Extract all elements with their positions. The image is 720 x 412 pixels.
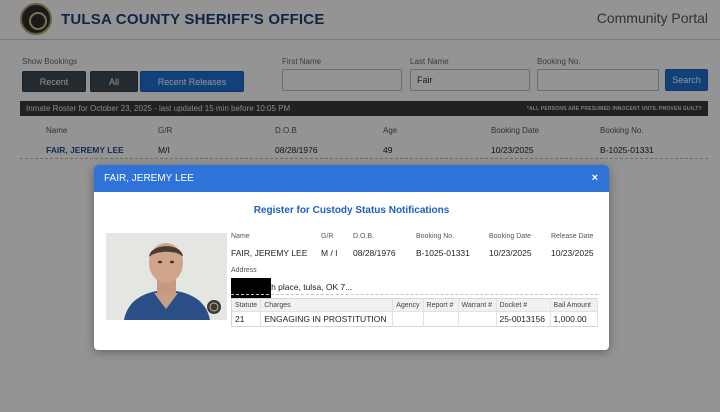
detail-dob: 08/28/1976 (353, 248, 396, 258)
inmate-mugshot-photo (106, 233, 227, 320)
charges-header-statute: Statute (231, 298, 262, 312)
address-redaction-block (231, 278, 271, 299)
inmate-detail-modal: FAIR, JEREMY LEE × Register for Custody … (94, 165, 609, 350)
detail-header-booking-date: Booking Date (489, 233, 532, 240)
detail-release-date: 10/23/2025 (551, 248, 594, 258)
charge-description: ENGAGING IN PROSTITUTION (260, 311, 394, 327)
details-divider (231, 294, 598, 295)
charge-bail-amount: 1,000.00 (550, 311, 599, 327)
detail-gr: M / I (321, 248, 338, 258)
detail-header-name: Name (231, 233, 250, 240)
charges-header-docket: Docket # (496, 298, 551, 312)
register-notifications-link[interactable]: Register for Custody Status Notification… (94, 205, 609, 216)
charges-header-report: Report # (423, 298, 459, 312)
charges-header-charges: Charges (260, 298, 394, 312)
charge-docket-no: 25-0013156 (496, 311, 551, 327)
address-label: Address (231, 267, 257, 274)
table-row: 21 ENGAGING IN PROSTITUTION 25-0013156 1… (231, 311, 599, 327)
charges-header-bail: Bail Amount (550, 298, 599, 312)
modal-title: FAIR, JEREMY LEE (104, 173, 194, 184)
charge-statute: 21 (231, 311, 262, 327)
charge-agency (392, 311, 424, 327)
address-value: 8th place, tulsa, OK 7... (264, 282, 353, 292)
charge-warrant-no (458, 311, 497, 327)
charge-report-no (423, 311, 459, 327)
detail-header-gr: G/R (321, 233, 334, 240)
charges-header-row: Statute Charges Agency Report # Warrant … (231, 298, 599, 312)
close-icon[interactable]: × (592, 172, 598, 184)
detail-name: FAIR, JEREMY LEE (231, 248, 308, 258)
detail-header-release-date: Release Date (551, 233, 594, 240)
detail-header-booking-no: Booking No. (416, 233, 455, 240)
charges-table: Statute Charges Agency Report # Warrant … (231, 298, 599, 327)
modal-header: FAIR, JEREMY LEE (94, 165, 609, 192)
charges-header-agency: Agency (392, 298, 424, 312)
detail-booking-no: B-1025-01331 (416, 248, 470, 258)
charges-header-warrant: Warrant # (458, 298, 497, 312)
detail-header-dob: D.O.B. (353, 233, 375, 240)
detail-booking-date: 10/23/2025 (489, 248, 532, 258)
